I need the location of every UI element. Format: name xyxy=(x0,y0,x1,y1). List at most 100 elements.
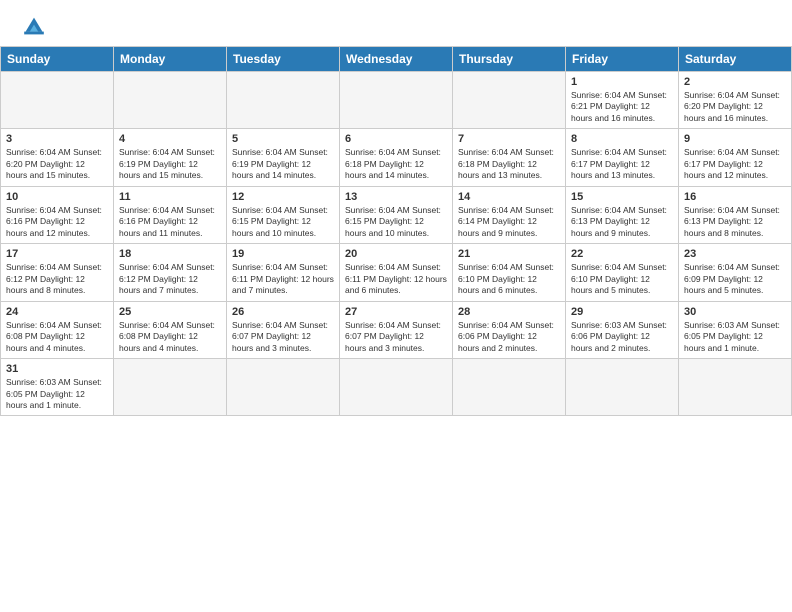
day-cell xyxy=(566,359,679,416)
day-info: Sunrise: 6:04 AM Sunset: 6:15 PM Dayligh… xyxy=(345,205,447,239)
day-info: Sunrise: 6:04 AM Sunset: 6:20 PM Dayligh… xyxy=(6,147,108,181)
day-number: 10 xyxy=(6,191,108,203)
day-cell: 29 Sunrise: 6:03 AM Sunset: 6:06 PM Dayli… xyxy=(566,301,679,358)
day-info: Sunrise: 6:04 AM Sunset: 6:19 PM Dayligh… xyxy=(232,147,334,181)
day-number: 14 xyxy=(458,191,560,203)
day-cell: 11 Sunrise: 6:04 AM Sunset: 6:16 PM Dayli… xyxy=(114,186,227,243)
day-cell: 1 Sunrise: 6:04 AM Sunset: 6:21 PM Daylig… xyxy=(566,72,679,129)
day-cell: 6 Sunrise: 6:04 AM Sunset: 6:18 PM Daylig… xyxy=(340,129,453,186)
day-number: 21 xyxy=(458,248,560,260)
day-cell: 30 Sunrise: 6:03 AM Sunset: 6:05 PM Dayli… xyxy=(679,301,792,358)
day-info: Sunrise: 6:04 AM Sunset: 6:12 PM Dayligh… xyxy=(119,262,221,296)
day-cell: 28Sunrise: 6:04 AM Sunset: 6:06 PM Dayli… xyxy=(453,301,566,358)
day-cell: 7Sunrise: 6:04 AM Sunset: 6:18 PM Daylig… xyxy=(453,129,566,186)
day-number: 31 xyxy=(6,363,108,375)
day-cell: 24 Sunrise: 6:04 AM Sunset: 6:08 PM Dayli… xyxy=(1,301,114,358)
day-cell xyxy=(227,72,340,129)
day-cell: 16 Sunrise: 6:04 AM Sunset: 6:13 PM Dayli… xyxy=(679,186,792,243)
day-number: 29 xyxy=(571,306,673,318)
day-number: 3 xyxy=(6,133,108,145)
weekday-monday: Monday xyxy=(114,47,227,72)
day-info: Sunrise: 6:04 AM Sunset: 6:11 PM Dayligh… xyxy=(232,262,334,296)
day-info: Sunrise: 6:04 AM Sunset: 6:10 PM Dayligh… xyxy=(571,262,673,296)
day-number: 19 xyxy=(232,248,334,260)
day-cell: 18 Sunrise: 6:04 AM Sunset: 6:12 PM Dayli… xyxy=(114,244,227,301)
logo xyxy=(20,12,52,40)
day-cell: 9Sunrise: 6:04 AM Sunset: 6:17 PM Daylig… xyxy=(679,129,792,186)
day-cell: 19 Sunrise: 6:04 AM Sunset: 6:11 PM Dayli… xyxy=(227,244,340,301)
day-number: 30 xyxy=(684,306,786,318)
day-cell xyxy=(453,72,566,129)
day-info: Sunrise: 6:04 AM Sunset: 6:09 PM Dayligh… xyxy=(684,262,786,296)
day-number: 11 xyxy=(119,191,221,203)
day-cell: 20Sunrise: 6:04 AM Sunset: 6:11 PM Dayli… xyxy=(340,244,453,301)
day-info: Sunrise: 6:04 AM Sunset: 6:08 PM Dayligh… xyxy=(6,320,108,354)
day-cell: 8Sunrise: 6:04 AM Sunset: 6:17 PM Daylig… xyxy=(566,129,679,186)
day-info: Sunrise: 6:04 AM Sunset: 6:17 PM Dayligh… xyxy=(684,147,786,181)
day-info: Sunrise: 6:04 AM Sunset: 6:07 PM Dayligh… xyxy=(345,320,447,354)
day-info: Sunrise: 6:04 AM Sunset: 6:10 PM Dayligh… xyxy=(458,262,560,296)
day-cell xyxy=(114,72,227,129)
week-row-3: 17 Sunrise: 6:04 AM Sunset: 6:12 PM Dayli… xyxy=(1,244,792,301)
weekday-thursday: Thursday xyxy=(453,47,566,72)
day-number: 2 xyxy=(684,76,786,88)
day-number: 4 xyxy=(119,133,221,145)
day-info: Sunrise: 6:04 AM Sunset: 6:13 PM Dayligh… xyxy=(684,205,786,239)
day-number: 7 xyxy=(458,133,560,145)
day-number: 25 xyxy=(119,306,221,318)
day-info: Sunrise: 6:04 AM Sunset: 6:18 PM Dayligh… xyxy=(345,147,447,181)
day-number: 27 xyxy=(345,306,447,318)
day-number: 15 xyxy=(571,191,673,203)
day-number: 5 xyxy=(232,133,334,145)
day-info: Sunrise: 6:03 AM Sunset: 6:05 PM Dayligh… xyxy=(684,320,786,354)
day-cell: 3 Sunrise: 6:04 AM Sunset: 6:20 PM Daylig… xyxy=(1,129,114,186)
day-cell xyxy=(340,359,453,416)
weekday-wednesday: Wednesday xyxy=(340,47,453,72)
page: SundayMondayTuesdayWednesdayThursdayFrid… xyxy=(0,0,792,612)
week-row-1: 3 Sunrise: 6:04 AM Sunset: 6:20 PM Daylig… xyxy=(1,129,792,186)
day-cell: 23Sunrise: 6:04 AM Sunset: 6:09 PM Dayli… xyxy=(679,244,792,301)
day-info: Sunrise: 6:04 AM Sunset: 6:07 PM Dayligh… xyxy=(232,320,334,354)
day-cell: 12 Sunrise: 6:04 AM Sunset: 6:15 PM Dayli… xyxy=(227,186,340,243)
calendar: SundayMondayTuesdayWednesdayThursdayFrid… xyxy=(0,46,792,416)
day-cell xyxy=(453,359,566,416)
day-number: 18 xyxy=(119,248,221,260)
day-info: Sunrise: 6:04 AM Sunset: 6:19 PM Dayligh… xyxy=(119,147,221,181)
weekday-saturday: Saturday xyxy=(679,47,792,72)
day-cell: 10 Sunrise: 6:04 AM Sunset: 6:16 PM Dayli… xyxy=(1,186,114,243)
day-number: 13 xyxy=(345,191,447,203)
weekday-header-row: SundayMondayTuesdayWednesdayThursdayFrid… xyxy=(1,47,792,72)
week-row-2: 10 Sunrise: 6:04 AM Sunset: 6:16 PM Dayli… xyxy=(1,186,792,243)
day-info: Sunrise: 6:04 AM Sunset: 6:21 PM Dayligh… xyxy=(571,90,673,124)
day-number: 1 xyxy=(571,76,673,88)
day-number: 6 xyxy=(345,133,447,145)
day-cell: 13 Sunrise: 6:04 AM Sunset: 6:15 PM Dayli… xyxy=(340,186,453,243)
day-info: Sunrise: 6:04 AM Sunset: 6:08 PM Dayligh… xyxy=(119,320,221,354)
day-number: 28 xyxy=(458,306,560,318)
day-number: 12 xyxy=(232,191,334,203)
day-cell: 2 Sunrise: 6:04 AM Sunset: 6:20 PM Daylig… xyxy=(679,72,792,129)
day-info: Sunrise: 6:03 AM Sunset: 6:06 PM Dayligh… xyxy=(571,320,673,354)
day-info: Sunrise: 6:04 AM Sunset: 6:17 PM Dayligh… xyxy=(571,147,673,181)
day-cell xyxy=(227,359,340,416)
day-info: Sunrise: 6:03 AM Sunset: 6:05 PM Dayligh… xyxy=(6,377,108,411)
day-info: Sunrise: 6:04 AM Sunset: 6:16 PM Dayligh… xyxy=(6,205,108,239)
day-number: 17 xyxy=(6,248,108,260)
day-cell xyxy=(114,359,227,416)
day-number: 24 xyxy=(6,306,108,318)
day-info: Sunrise: 6:04 AM Sunset: 6:16 PM Dayligh… xyxy=(119,205,221,239)
day-cell xyxy=(340,72,453,129)
header xyxy=(0,0,792,46)
day-info: Sunrise: 6:04 AM Sunset: 6:15 PM Dayligh… xyxy=(232,205,334,239)
week-row-0: 1 Sunrise: 6:04 AM Sunset: 6:21 PM Daylig… xyxy=(1,72,792,129)
day-number: 22 xyxy=(571,248,673,260)
day-number: 16 xyxy=(684,191,786,203)
day-info: Sunrise: 6:04 AM Sunset: 6:12 PM Dayligh… xyxy=(6,262,108,296)
week-row-4: 24 Sunrise: 6:04 AM Sunset: 6:08 PM Dayli… xyxy=(1,301,792,358)
day-cell: 22 Sunrise: 6:04 AM Sunset: 6:10 PM Dayli… xyxy=(566,244,679,301)
day-cell: 26Sunrise: 6:04 AM Sunset: 6:07 PM Dayli… xyxy=(227,301,340,358)
weekday-friday: Friday xyxy=(566,47,679,72)
day-info: Sunrise: 6:04 AM Sunset: 6:20 PM Dayligh… xyxy=(684,90,786,124)
day-cell: 5 Sunrise: 6:04 AM Sunset: 6:19 PM Daylig… xyxy=(227,129,340,186)
weekday-sunday: Sunday xyxy=(1,47,114,72)
